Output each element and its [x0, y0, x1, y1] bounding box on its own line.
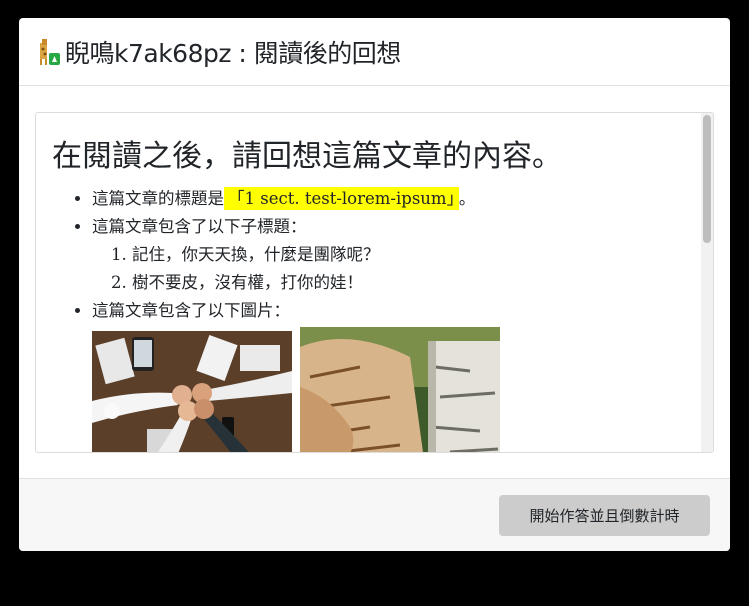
- list-item-title: 這篇文章的標題是「1 sect. test-lorem-ipsum」。: [92, 185, 692, 213]
- start-countdown-button[interactable]: 開始作答並且倒數計時: [499, 495, 710, 536]
- birch-bark-image: [300, 327, 500, 452]
- subheading-item: 樹不要皮，沒有權，打你的娃！: [132, 269, 692, 297]
- subheadings-intro: 這篇文章包含了以下子標題：: [92, 217, 307, 236]
- dialog-header: 睨鳴k7ak68pz : 閱讀後的回想: [19, 18, 730, 86]
- dialog-title: 睨鳴k7ak68pz : 閱讀後的回想: [65, 38, 401, 68]
- content-scrollbar[interactable]: [701, 113, 713, 452]
- title-suffix: 。: [458, 189, 476, 208]
- image-row: [72, 327, 692, 452]
- scrollbar-thumb[interactable]: [703, 115, 711, 243]
- recall-list: 這篇文章的標題是「1 sect. test-lorem-ipsum」。 這篇文章…: [72, 185, 692, 452]
- subheading-list: 記住，你天天換，什麼是團隊呢？ 樹不要皮，沒有權，打你的娃！: [92, 241, 692, 297]
- list-item-subheadings: 這篇文章包含了以下子標題： 記住，你天天換，什麼是團隊呢？ 樹不要皮，沒有權，打…: [92, 213, 692, 297]
- page-heading: 在閱讀之後，請回想這篇文章的內容。: [52, 139, 562, 174]
- images-intro: 這篇文章包含了以下圖片：: [92, 301, 290, 320]
- recall-dialog: 睨鳴k7ak68pz : 閱讀後的回想 在閱讀之後，請回想這篇文章的內容。 這篇…: [19, 18, 730, 551]
- giraffe-icon: [40, 38, 60, 65]
- teamwork-fists-image: [92, 331, 292, 452]
- title-prefix: 這篇文章的標題是: [92, 189, 224, 208]
- article-title-highlight: 「1 sect. test-lorem-ipsum」: [224, 187, 459, 210]
- list-item-images: 這篇文章包含了以下圖片：: [92, 297, 692, 452]
- subheading-item: 記住，你天天換，什麼是團隊呢？: [132, 241, 692, 269]
- dialog-body: 在閱讀之後，請回想這篇文章的內容。 這篇文章的標題是「1 sect. test-…: [35, 112, 714, 453]
- dialog-footer: 開始作答並且倒數計時: [19, 478, 730, 551]
